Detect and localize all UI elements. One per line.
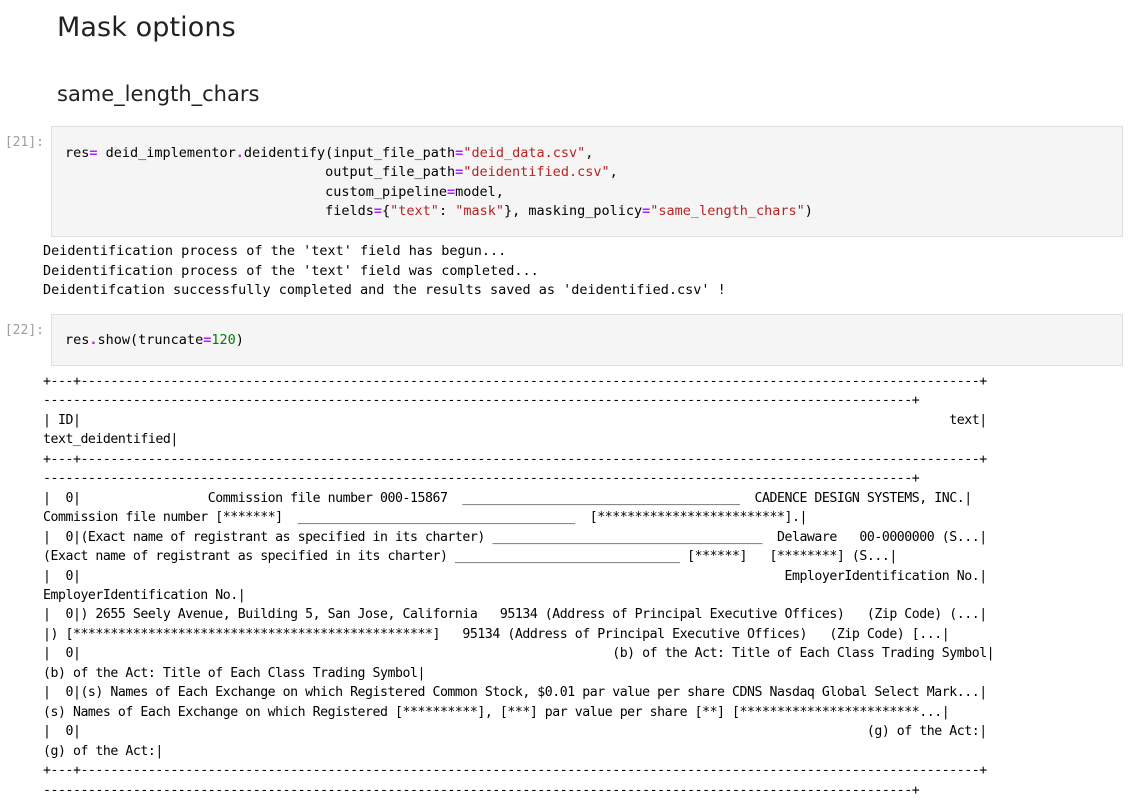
code-token: }, masking_policy [503,203,643,220]
output-line: +---+-----------------------------------… [43,374,987,389]
output-line: Deidentification process of the 'text' f… [43,262,539,279]
output-line: |) [************************************… [43,626,950,642]
output-line: | 0| Commission file number 000-15867 __… [43,490,972,506]
code-token: ) [235,332,244,348]
output-line: text_deidentified| [43,432,178,448]
code-token: show(truncate [97,332,204,348]
output-line: ----------------------------------------… [43,393,920,409]
code-editor[interactable]: res= deid_implementor.deidentify(input_f… [52,144,1122,222]
output-line: ----------------------------------------… [43,782,920,798]
code-token: = [373,203,383,220]
code-token: "text" [390,203,439,220]
output-line: Commission file number [*******] _______… [43,510,807,526]
cell-prompt-22: [22]: [4,323,44,338]
output-line: EmployerIdentification No.| [43,587,246,603]
output-line: (s) Names of Each Exchange on which Regi… [43,704,950,720]
code-token: , [609,164,618,181]
output-line: | 0| (g) of the Act:| [43,724,987,740]
output-line: Deidentification process of the 'text' f… [43,243,507,259]
output-line: | ID| text| [43,412,987,428]
code-token: . [89,332,98,348]
output-line: | 0|) 2655 Seely Avenue, Building 5, San… [43,607,987,623]
code-token: , [585,145,594,161]
cell-prompt-21: [21]: [4,135,44,150]
output-line: Deidentifcation successfully completed a… [43,282,726,298]
code-cell-21[interactable]: res= deid_implementor.deidentify(input_f… [51,126,1123,237]
code-token: model, [455,183,504,200]
output-line: ----------------------------------------… [43,471,920,487]
output-line: | 0|(s) Names of Each Exchange on which … [43,685,987,701]
code-token: : [438,203,456,220]
code-token: fields [325,203,374,220]
output-line: (Exact name of registrant as specified i… [43,549,897,565]
output-line: (b) of the Act: Title of Each Class Trad… [43,665,425,681]
output-line: | 0|(Exact name of registrant as specifi… [43,529,987,545]
cell-output-22: +---+-----------------------------------… [43,372,1143,800]
output-line: +---+-----------------------------------… [43,763,987,779]
output-line: +---+-----------------------------------… [43,451,987,467]
code-token: . [235,145,244,161]
code-token: res [65,332,90,348]
output-line: | 0| (b) of the Act: Title of Each Class… [43,646,995,662]
code-token: deid_implementor [97,145,236,161]
code-token: ) [804,203,813,220]
code-token: output_file_path [325,164,456,181]
code-token: res [65,145,90,161]
output-line: | 0| EmployerIdentification No.| [43,568,987,584]
code-token: { [382,203,391,220]
section-title: Mask options [57,12,236,43]
code-token: = [447,183,456,200]
code-token: deidentify(input_file_path [243,145,456,161]
code-token: "deidentified.csv" [463,164,610,181]
code-token: 120 [211,332,236,348]
code-token: "mask" [455,203,504,220]
code-editor[interactable]: res.show(truncate=120) [52,331,1122,350]
cell-output-21: Deidentification process of the 'text' f… [43,242,1143,301]
code-cell-22[interactable]: res.show(truncate=120) [51,314,1123,366]
code-token: "same_length_chars" [650,203,805,220]
code-token: "deid_data.csv" [463,145,586,161]
code-token: custom_pipeline [325,183,448,200]
code-token: = [89,145,98,161]
subsection-title: same_length_chars [57,82,260,106]
output-line: (g) of the Act:| [43,743,163,759]
